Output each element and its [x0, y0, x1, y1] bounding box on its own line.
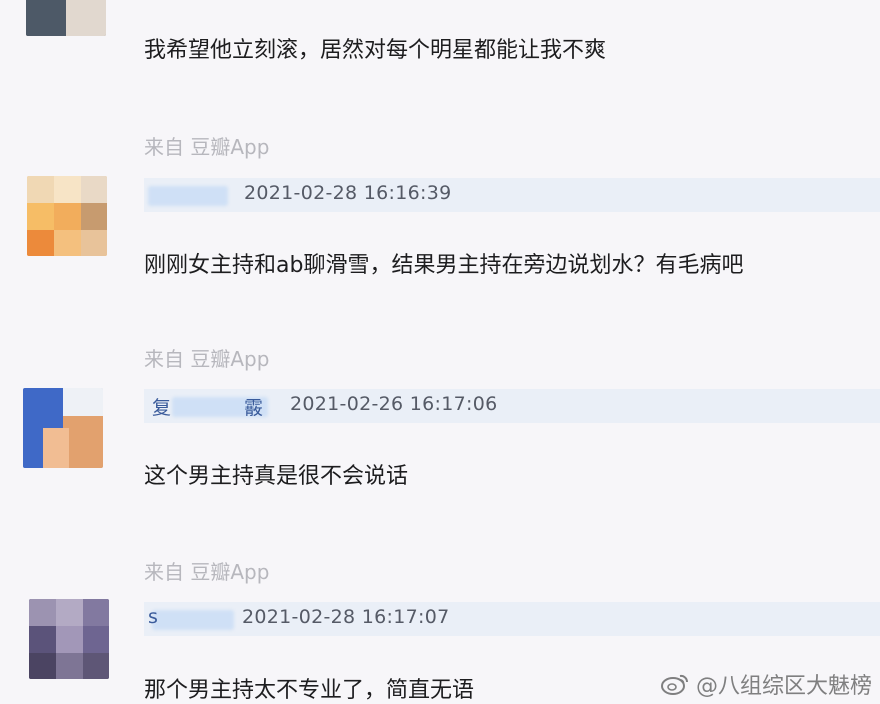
- watermark-text: @八组综区大魅榜: [695, 674, 872, 699]
- username[interactable]: 复: [152, 393, 171, 420]
- watermark: @八组综区大魅榜: [660, 668, 872, 700]
- timestamp: 2021-02-28 16:16:39: [244, 182, 452, 204]
- comment-text: 那个男主持太不专业了，简直无语: [144, 678, 475, 703]
- comment-meta: 2021-02-28 16:16:39: [144, 178, 880, 212]
- comment-text: 刚刚女主持和ab聊滑雪，结果男主持在旁边说划水？有毛病吧: [144, 253, 744, 278]
- comment-meta: 复 霰 2021-02-26 16:17:06: [144, 389, 880, 423]
- avatar[interactable]: [29, 599, 109, 679]
- weibo-icon: [660, 674, 688, 695]
- username-blurred[interactable]: [148, 186, 228, 206]
- source-label: 来自 豆瓣App: [144, 135, 270, 159]
- timestamp: 2021-02-26 16:17:06: [290, 393, 498, 415]
- username-blurred[interactable]: [152, 610, 234, 630]
- comment-meta: s 2021-02-28 16:17:07: [144, 602, 880, 636]
- username[interactable]: s: [148, 606, 158, 628]
- avatar[interactable]: [23, 388, 103, 468]
- comment-text: 这个男主持真是很不会说话: [144, 464, 409, 489]
- source-label: 来自 豆瓣App: [144, 347, 270, 371]
- avatar[interactable]: [26, 0, 106, 36]
- avatar[interactable]: [27, 176, 107, 256]
- username-tail[interactable]: 霰: [244, 393, 263, 420]
- comment-text: 我希望他立刻滚，居然对每个明星都能让我不爽: [144, 38, 607, 63]
- source-label: 来自 豆瓣App: [144, 560, 270, 584]
- timestamp: 2021-02-28 16:17:07: [242, 606, 450, 628]
